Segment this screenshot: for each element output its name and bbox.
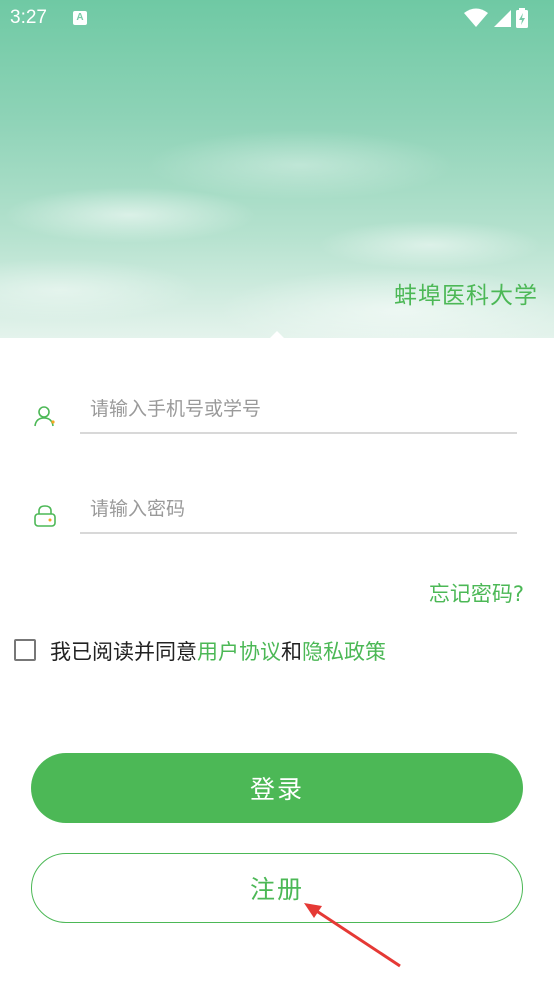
- header-notch: [269, 331, 285, 339]
- account-field: [0, 386, 554, 446]
- annotation-arrow-icon: [304, 903, 401, 968]
- school-name: 蚌埠医科大学: [394, 283, 538, 309]
- account-input[interactable]: [80, 386, 517, 434]
- battery-icon: [516, 8, 528, 28]
- signal-icon: [494, 10, 511, 27]
- register-button[interactable]: 注册: [31, 853, 523, 923]
- password-field: [0, 486, 554, 546]
- status-bar: 3:27 A: [0, 0, 554, 38]
- user-icon: [34, 406, 55, 427]
- login-button[interactable]: 登录: [31, 753, 523, 823]
- status-icons: [464, 8, 544, 28]
- lock-icon: [34, 505, 56, 527]
- agreement-checkbox[interactable]: [14, 639, 36, 661]
- user-agreement-link[interactable]: 用户协议: [197, 640, 281, 664]
- forgot-password-link[interactable]: 忘记密码?: [429, 578, 524, 608]
- status-time: 3:27: [10, 7, 47, 28]
- password-input[interactable]: [80, 486, 517, 534]
- agreement-text: 我已阅读并同意用户协议和隐私政策: [50, 636, 386, 666]
- notification-a-icon: A: [73, 11, 87, 25]
- wifi-icon: [464, 8, 488, 27]
- agreement-prefix: 我已阅读并同意: [50, 640, 197, 664]
- agreement-and: 和: [281, 640, 302, 664]
- privacy-policy-link[interactable]: 隐私政策: [302, 640, 386, 664]
